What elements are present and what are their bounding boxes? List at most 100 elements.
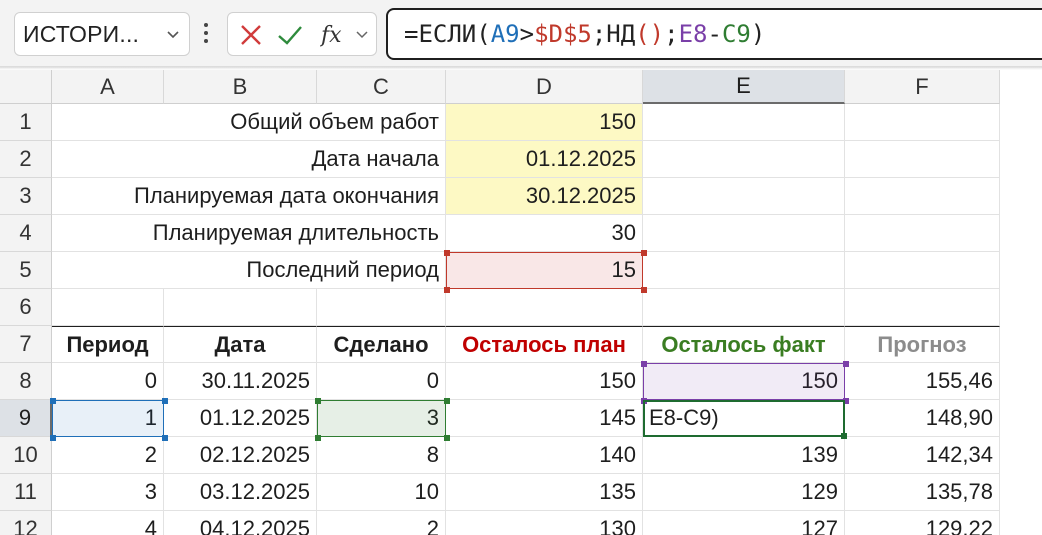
- row-header-3[interactable]: 3: [0, 178, 52, 215]
- cell[interactable]: [845, 178, 1000, 215]
- row-header-8[interactable]: 8: [0, 363, 52, 400]
- formula-token: A9: [490, 20, 520, 48]
- formula-token: E8: [678, 20, 708, 48]
- row-header-6[interactable]: 6: [0, 289, 52, 326]
- table-cell[interactable]: 150: [446, 363, 643, 400]
- formula-token: =ЕСЛИ(: [404, 20, 491, 48]
- vertical-dots-icon[interactable]: [202, 22, 210, 44]
- cell[interactable]: [164, 289, 317, 326]
- cell[interactable]: [643, 178, 845, 215]
- table-cell[interactable]: 03.12.2025: [164, 474, 317, 511]
- cell[interactable]: [643, 252, 845, 289]
- row-header-1[interactable]: 1: [0, 104, 52, 141]
- param-label: Дата начала: [52, 141, 446, 178]
- cell[interactable]: [643, 104, 845, 141]
- column-header-b[interactable]: B: [164, 70, 317, 104]
- row-header-10[interactable]: 10: [0, 437, 52, 474]
- table-cell[interactable]: 3: [52, 474, 164, 511]
- cell[interactable]: [446, 289, 643, 326]
- formula-token: ;НД: [591, 20, 636, 48]
- cell[interactable]: [845, 141, 1000, 178]
- row-header-7[interactable]: 7: [0, 326, 52, 363]
- table-cell[interactable]: 04.12.2025: [164, 511, 317, 535]
- table-cell[interactable]: 145: [446, 400, 643, 437]
- row-header-5[interactable]: 5: [0, 252, 52, 289]
- table-cell[interactable]: 30.11.2025: [164, 363, 317, 400]
- column-header-c[interactable]: C: [317, 70, 446, 104]
- table-cell[interactable]: 148,90: [845, 400, 1000, 437]
- param-value[interactable]: 150: [446, 104, 643, 141]
- table-cell[interactable]: 150: [643, 363, 845, 400]
- table-cell[interactable]: 142,34: [845, 437, 1000, 474]
- column-header-f[interactable]: F: [845, 70, 1000, 104]
- formula-input[interactable]: =ЕСЛИ(A9>$D$5;НД();E8-C9): [386, 8, 1042, 60]
- table-header-cell[interactable]: Осталось план: [446, 326, 643, 363]
- row-header-9[interactable]: 9: [0, 400, 52, 437]
- table-cell[interactable]: 129: [643, 474, 845, 511]
- row-header-12[interactable]: 12: [0, 511, 52, 535]
- formula-token: ;: [664, 20, 679, 48]
- column-header-a[interactable]: A: [52, 70, 164, 104]
- table-cell[interactable]: 130: [446, 511, 643, 535]
- chevron-down-icon[interactable]: [165, 26, 181, 42]
- cell[interactable]: [643, 215, 845, 252]
- svg-text:fx: fx: [320, 23, 342, 48]
- table-cell[interactable]: 02.12.2025: [164, 437, 317, 474]
- formula-token: $D$5: [534, 20, 592, 48]
- cell[interactable]: [643, 289, 845, 326]
- table-cell[interactable]: 135,78: [845, 474, 1000, 511]
- table-header-cell[interactable]: Сделано: [317, 326, 446, 363]
- table-cell[interactable]: 0: [317, 363, 446, 400]
- table-cell[interactable]: 2: [317, 511, 446, 535]
- table-cell[interactable]: 2: [52, 437, 164, 474]
- cell[interactable]: [643, 141, 845, 178]
- param-label: Последний период: [52, 252, 446, 289]
- table-cell[interactable]: 0: [52, 363, 164, 400]
- table-cell[interactable]: 129,22: [845, 511, 1000, 535]
- table-cell[interactable]: 139: [643, 437, 845, 474]
- cell[interactable]: [52, 289, 164, 326]
- param-value[interactable]: 30: [446, 215, 643, 252]
- table-header-cell[interactable]: Осталось факт: [643, 326, 845, 363]
- table-header-cell[interactable]: Прогноз: [845, 326, 1000, 363]
- param-value[interactable]: 30.12.2025: [446, 178, 643, 215]
- table-cell[interactable]: 8: [317, 437, 446, 474]
- param-label: Планируемая длительность: [52, 215, 446, 252]
- formula-buttons: fx: [227, 12, 377, 56]
- table-cell[interactable]: 135: [446, 474, 643, 511]
- row-header-4[interactable]: 4: [0, 215, 52, 252]
- table-header-cell[interactable]: Дата: [164, 326, 317, 363]
- param-value[interactable]: 15: [446, 252, 643, 289]
- cell[interactable]: [317, 289, 446, 326]
- param-label: Планируемая дата окончания: [52, 178, 446, 215]
- formula-text: =ЕСЛИ(A9>$D$5;НД();E8-C9): [404, 20, 765, 48]
- table-header-cell[interactable]: Период: [52, 326, 164, 363]
- row-header-11[interactable]: 11: [0, 474, 52, 511]
- table-cell[interactable]: 4: [52, 511, 164, 535]
- formula-token: ): [750, 20, 766, 48]
- table-cell[interactable]: 10: [317, 474, 446, 511]
- name-box[interactable]: ИСТОРИ...: [14, 12, 190, 56]
- table-cell[interactable]: 140: [446, 437, 643, 474]
- formula-token: (): [635, 20, 665, 48]
- table-cell[interactable]: E8-C9): [643, 400, 845, 437]
- table-cell[interactable]: 01.12.2025: [164, 400, 317, 437]
- column-header-d[interactable]: D: [446, 70, 643, 104]
- table-cell[interactable]: 3: [317, 400, 446, 437]
- name-box-value: ИСТОРИ...: [23, 20, 140, 47]
- check-icon[interactable]: [276, 22, 304, 48]
- table-cell[interactable]: 1: [52, 400, 164, 437]
- table-cell[interactable]: 155,46: [845, 363, 1000, 400]
- cell[interactable]: [845, 104, 1000, 141]
- table-cell[interactable]: 127: [643, 511, 845, 535]
- cell[interactable]: [845, 215, 1000, 252]
- cell[interactable]: [845, 252, 1000, 289]
- x-icon[interactable]: [238, 22, 264, 48]
- chevron-down-icon[interactable]: [354, 27, 370, 43]
- select-all-corner[interactable]: [0, 70, 52, 104]
- column-header-e[interactable]: E: [643, 70, 845, 104]
- param-value[interactable]: 01.12.2025: [446, 141, 643, 178]
- cell[interactable]: [845, 289, 1000, 326]
- row-header-2[interactable]: 2: [0, 141, 52, 178]
- fx-icon[interactable]: fx: [320, 21, 350, 49]
